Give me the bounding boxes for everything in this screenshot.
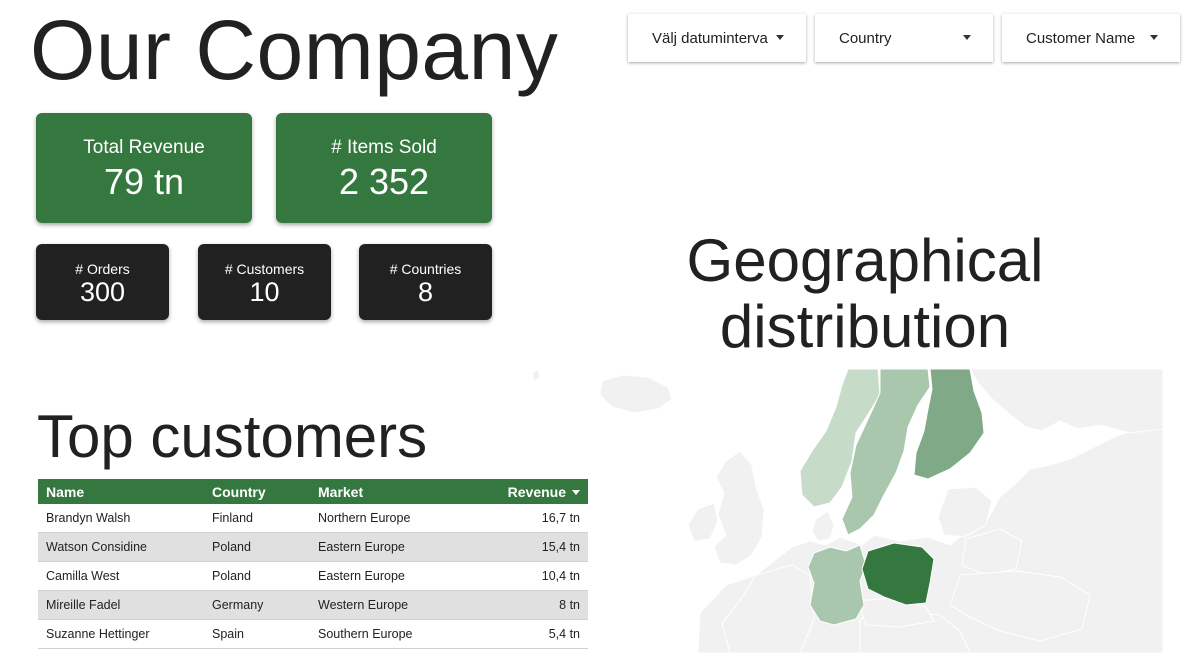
date-range-filter-label: Välj datuminterva [652,30,768,47]
page-title: Our Company [30,3,559,97]
column-header-name[interactable]: Name [38,479,204,504]
map-ireland [687,502,719,542]
cell-country: Germany [204,590,310,620]
map-island [531,369,541,382]
table-header-row: Name Country Market Revenue [38,479,588,504]
cell-market: Western Europe [310,590,476,620]
customer-name-filter-label: Customer Name [1026,30,1136,47]
cell-country: Spain [204,619,310,649]
cell-market: Southern Europe [310,619,476,649]
chevron-down-icon [963,35,971,40]
cell-revenue: 15,4 tn [476,532,588,562]
column-header-country[interactable]: Country [204,479,310,504]
kpi-orders-value: 300 [79,277,126,307]
kpi-customers: # Customers 10 [198,244,331,320]
europe-map[interactable] [530,369,1163,653]
map-denmark [811,510,835,542]
kpi-total-revenue: Total Revenue 79 tn [36,113,252,223]
cell-revenue: 5,4 tn [476,619,588,649]
column-header-revenue-label: Revenue [507,483,566,500]
cell-name: Suzanne Hettinger [38,619,204,649]
cell-market: Eastern Europe [310,561,476,591]
cell-revenue: 8 tn [476,590,588,620]
map-great-britain [713,450,765,566]
kpi-countries-value: 8 [417,277,434,307]
kpi-orders: # Orders 300 [36,244,169,320]
cell-country: Poland [204,561,310,591]
map-iceland [599,374,673,414]
kpi-customers-label: # Customers [224,261,305,277]
date-range-filter[interactable]: Välj datuminterva [628,14,806,62]
table-row[interactable]: Brandyn Walsh Finland Northern Europe 16… [38,504,588,533]
top-customers-title: Top customers [37,403,428,470]
cell-name: Mireille Fadel [38,590,204,620]
chevron-down-icon [1150,35,1158,40]
map-france-benelux [721,564,815,653]
map-russia-north [969,369,1163,434]
sort-descending-icon [572,490,580,496]
cell-revenue: 10,4 tn [476,561,588,591]
cell-name: Brandyn Walsh [38,504,204,533]
kpi-items-sold-label: # Items Sold [331,137,437,158]
table-row[interactable]: Suzanne Hettinger Spain Southern Europe … [38,619,588,649]
cell-country: Poland [204,532,310,562]
top-customers-table: Name Country Market Revenue Brandyn Wals… [38,479,588,649]
cell-name: Watson Considine [38,532,204,562]
country-filter-label: Country [839,30,892,47]
cell-name: Camilla West [38,561,204,591]
europe-map-svg [531,369,1163,653]
column-header-revenue[interactable]: Revenue [476,479,588,504]
table-row[interactable]: Camilla West Poland Eastern Europe 10,4 … [38,561,588,591]
kpi-customers-value: 10 [249,277,280,307]
kpi-items-sold-value: 2 352 [338,161,430,202]
geo-section-title: Geographical distribution [686,227,1044,360]
kpi-countries-label: # Countries [389,261,462,277]
map-germany [807,544,867,626]
cell-country: Finland [204,504,310,533]
kpi-orders-label: # Orders [75,261,130,277]
cell-market: Eastern Europe [310,532,476,562]
cell-market: Northern Europe [310,504,476,533]
table-row[interactable]: Mireille Fadel Germany Western Europe 8 … [38,590,588,620]
kpi-total-revenue-label: Total Revenue [83,137,205,158]
column-header-market[interactable]: Market [310,479,476,504]
country-filter[interactable]: Country [815,14,993,62]
kpi-items-sold: # Items Sold 2 352 [276,113,492,223]
kpi-countries: # Countries 8 [359,244,492,320]
kpi-total-revenue-value: 79 tn [103,161,185,202]
table-row[interactable]: Watson Considine Poland Eastern Europe 1… [38,532,588,562]
chevron-down-icon [776,35,784,40]
customer-name-filter[interactable]: Customer Name [1002,14,1180,62]
cell-revenue: 16,7 tn [476,504,588,533]
